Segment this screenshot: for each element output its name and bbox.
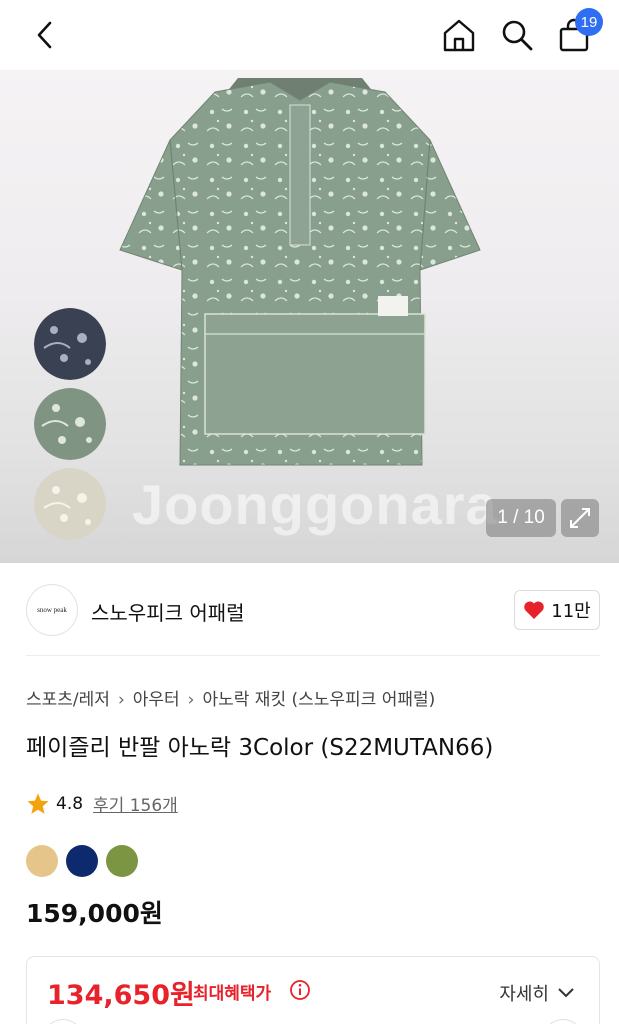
top-navigation-bar: 19	[0, 0, 619, 70]
review-count-link[interactable]: 후기 156개	[93, 791, 178, 816]
chevron-left-icon	[37, 21, 52, 49]
brand-logo[interactable]: snow peak	[26, 584, 78, 636]
breadcrumb-item[interactable]: 아노락 재킷 (스노우피크 어패럴)	[202, 690, 435, 710]
like-count: 11만	[551, 601, 591, 622]
product-price: 159,000원	[26, 899, 163, 928]
coupon-icon-placeholder	[543, 1019, 583, 1024]
rating-row: 4.8 후기 156개	[26, 791, 178, 816]
thumbnail-image	[34, 308, 106, 380]
color-swatch-olive[interactable]	[106, 845, 138, 877]
color-swatch-list	[26, 845, 138, 877]
product-image-gallery[interactable]: Joonggonara 1 / 10	[0, 70, 619, 563]
star-icon	[27, 793, 49, 814]
chevron-down-icon	[558, 988, 574, 998]
expand-icon	[570, 508, 590, 528]
product-title: 페이즐리 반팔 아노락 3Color (S22MUTAN66)	[26, 735, 494, 761]
home-button[interactable]	[438, 14, 480, 56]
color-thumbnail-navy[interactable]	[34, 308, 106, 380]
color-swatch-beige[interactable]	[26, 845, 58, 877]
color-thumbnail-beige[interactable]	[34, 468, 106, 540]
color-swatch-navy[interactable]	[66, 845, 98, 877]
brand-row: snow peak 스노우피크 어패럴 11만	[26, 580, 600, 640]
brand-name[interactable]: 스노우피크 어패럴	[91, 597, 245, 626]
expand-image-button[interactable]	[561, 499, 599, 537]
chevron-right-icon: ›	[187, 690, 195, 710]
details-toggle[interactable]: 자세히	[499, 980, 575, 1006]
color-thumbnail-list	[34, 308, 106, 548]
like-button[interactable]: 11만	[514, 590, 600, 630]
image-counter: 1 / 10	[486, 499, 556, 537]
watermark-text: Joonggonara	[132, 473, 498, 536]
color-thumbnail-khaki[interactable]	[34, 388, 106, 460]
search-icon	[502, 20, 533, 51]
thumbnail-image	[34, 388, 106, 460]
details-label: 자세히	[499, 984, 549, 1005]
rating-score: 4.8	[56, 793, 84, 814]
cart-button[interactable]: 19	[553, 8, 603, 56]
max-benefit-price: 134,650원	[47, 980, 195, 1011]
heart-icon	[524, 601, 545, 619]
max-benefit-label: 최대혜택가	[193, 984, 272, 1004]
info-icon[interactable]	[289, 979, 311, 1001]
max-benefit-box[interactable]: 134,650원 최대혜택가 자세히	[26, 956, 600, 1024]
cart-count-badge: 19	[575, 8, 603, 36]
breadcrumb-item[interactable]: 스포츠/레저	[26, 690, 110, 710]
home-icon	[443, 19, 475, 52]
breadcrumb: 스포츠/레저 › 아우터 › 아노락 재킷 (스노우피크 어패럴)	[26, 685, 435, 710]
breadcrumb-item[interactable]: 아우터	[133, 690, 180, 710]
search-button[interactable]	[496, 14, 538, 56]
section-divider	[26, 655, 600, 656]
chevron-right-icon: ›	[117, 690, 125, 710]
back-button[interactable]	[24, 14, 66, 56]
thumbnail-image	[34, 468, 106, 540]
brand-logo-text: snow peak	[37, 606, 67, 614]
coupon-icon-placeholder	[43, 1019, 83, 1024]
